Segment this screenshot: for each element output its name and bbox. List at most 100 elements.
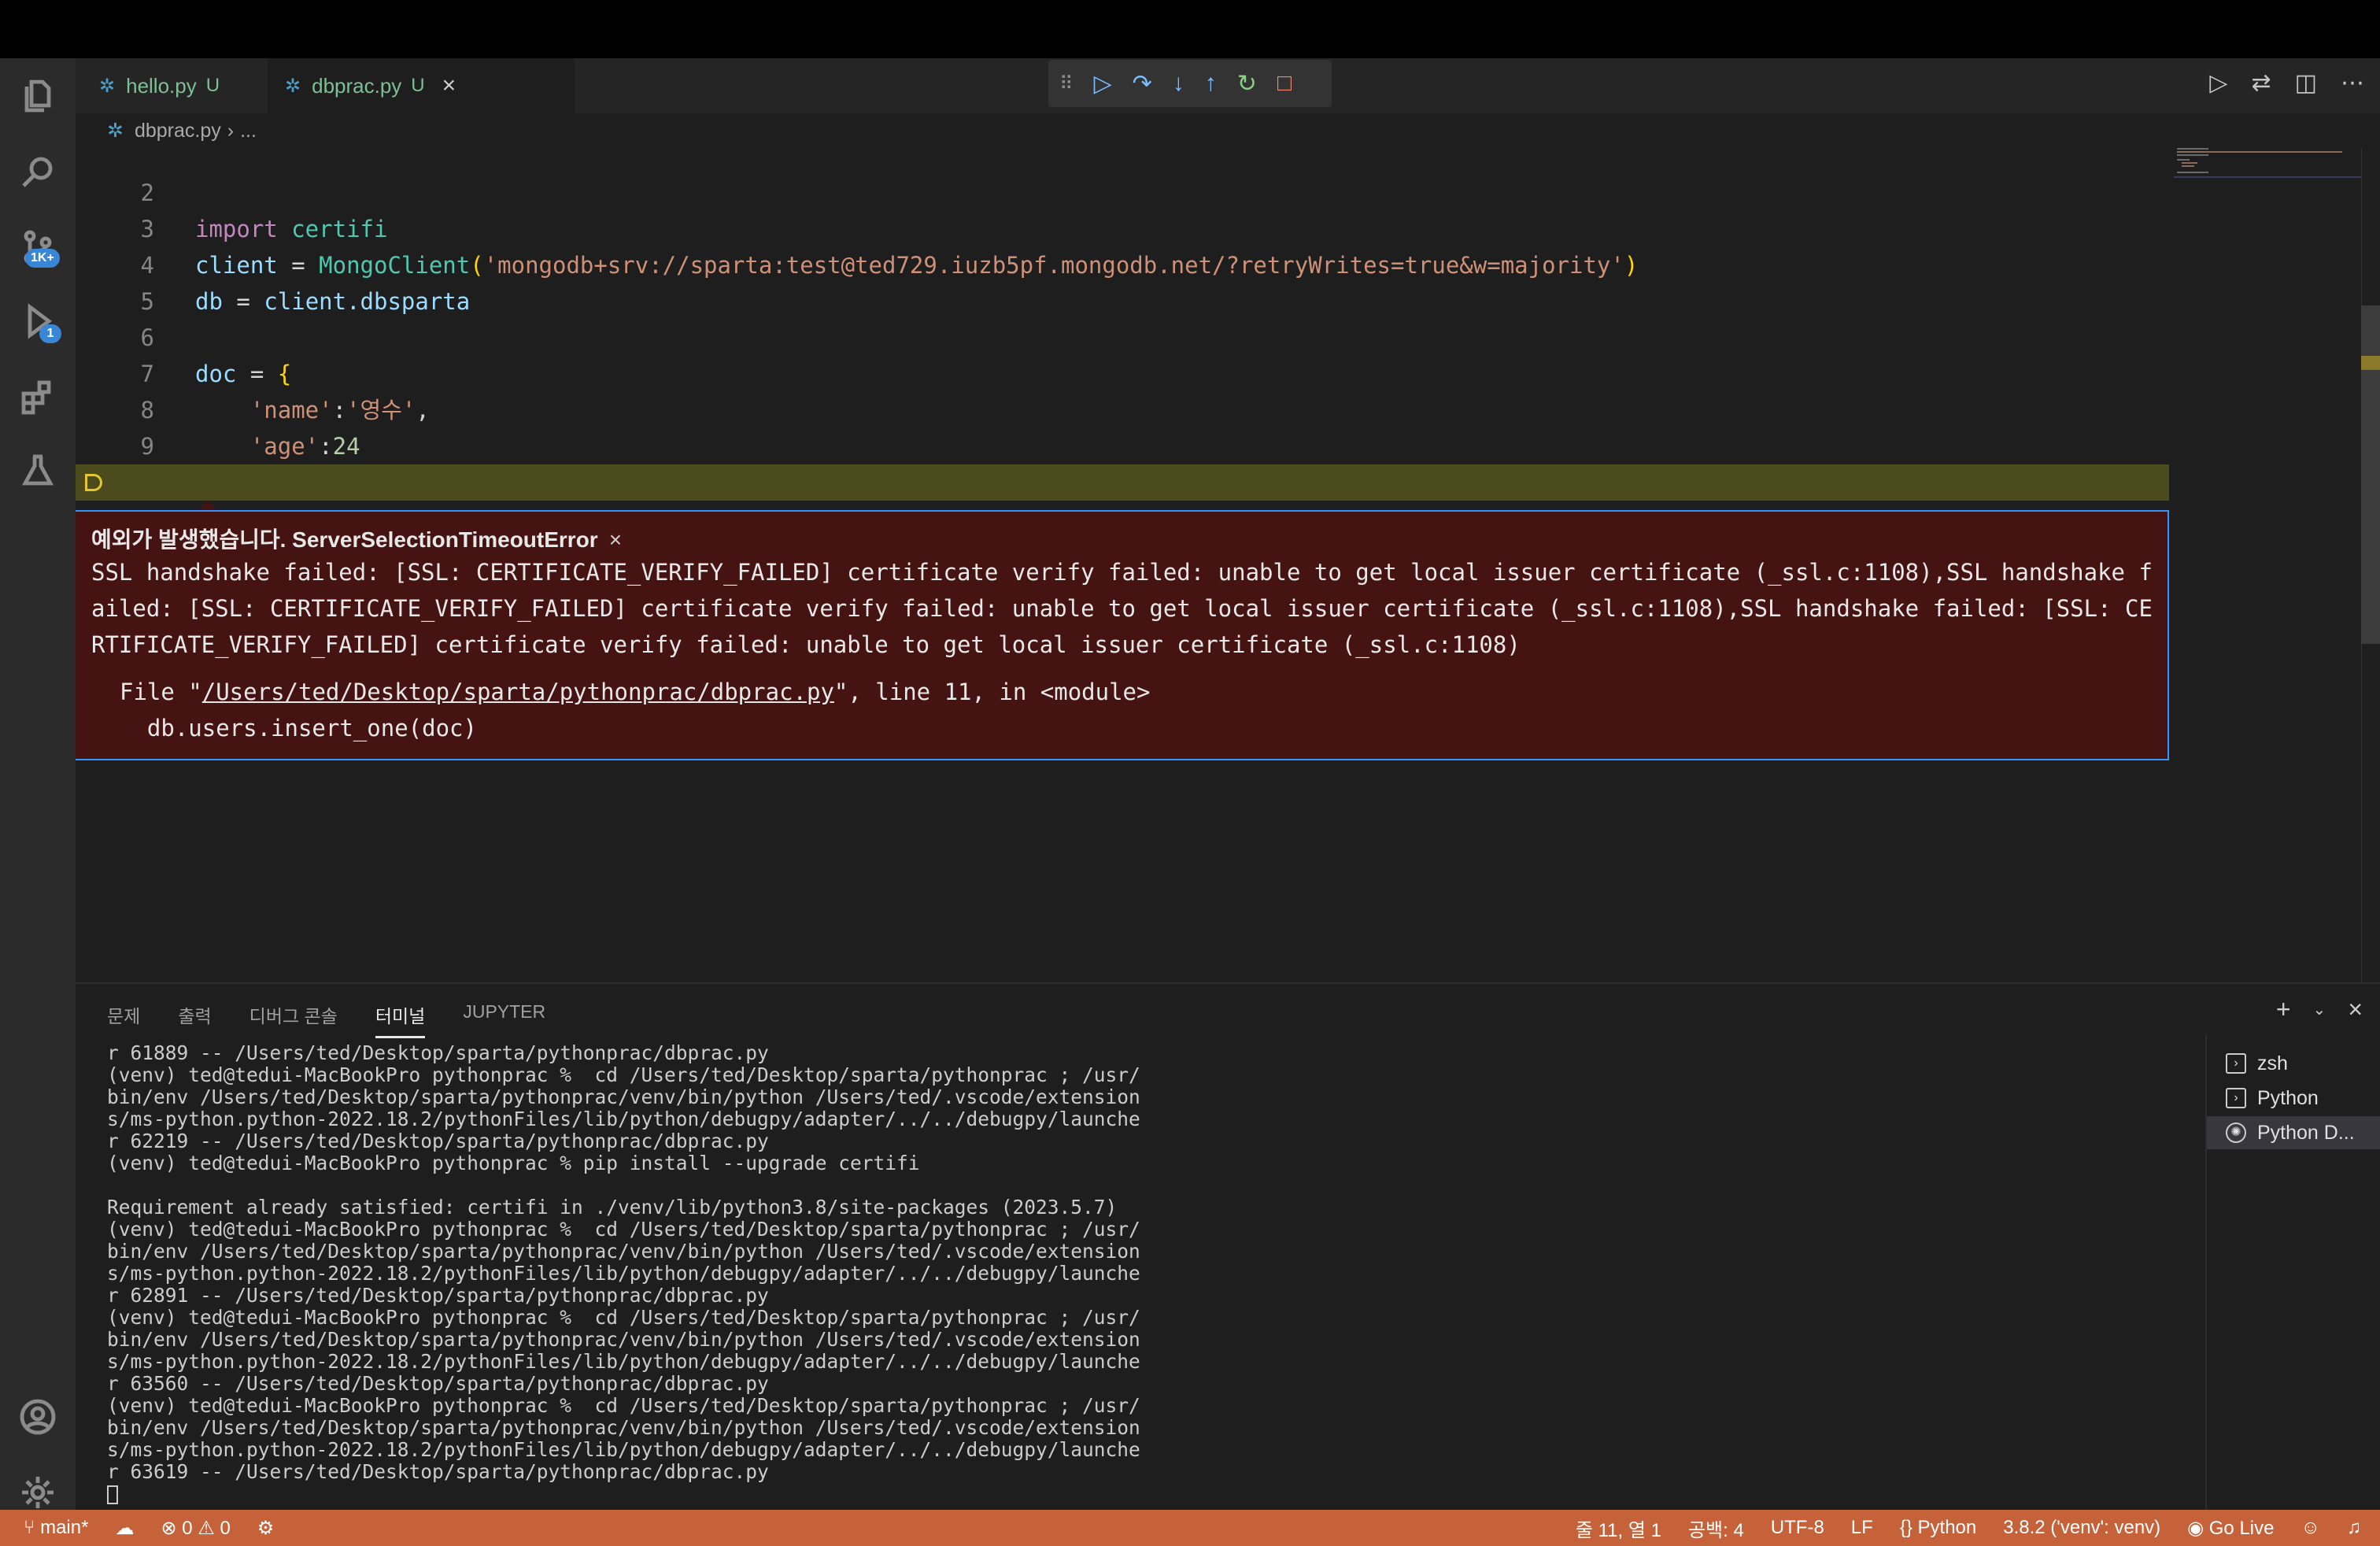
tab-status: U xyxy=(411,75,425,96)
terminal-line: bin/env /Users/ted/Desktop/sparta/python… xyxy=(107,1240,1140,1263)
close-panel-icon[interactable]: × xyxy=(2348,995,2363,1025)
stop-icon[interactable]: □ xyxy=(1277,70,1292,97)
scroll-current-line-marker xyxy=(2361,356,2380,370)
code-editor[interactable]: 2 import certifi 3 client = MongoClient(… xyxy=(76,148,2380,982)
current-execution-line: 11 db.users.insert_one(doc) xyxy=(76,464,2169,605)
step-into-icon[interactable]: ↓ xyxy=(1173,70,1184,97)
cursor-position[interactable]: 줄 11, 열 1 xyxy=(1576,1515,1661,1542)
exception-title: 예외가 발생했습니다. ServerSelectionTimeoutError × xyxy=(91,523,622,554)
tab-output[interactable]: 출력 xyxy=(178,1001,211,1038)
language-mode[interactable]: {} Python xyxy=(1900,1517,1976,1539)
step-over-icon[interactable]: ↷ xyxy=(1133,70,1152,98)
notifications-bell-icon[interactable]: ♫ xyxy=(2347,1517,2361,1539)
tab-hello-py[interactable]: ✲ hello.py U xyxy=(99,58,288,113)
panel-tabs: 문제 출력 디버그 콘솔 터미널 JUPYTER xyxy=(107,1001,545,1038)
terminal-item-zsh[interactable]: › zsh xyxy=(2207,1047,2380,1080)
extensions-icon[interactable] xyxy=(17,376,58,417)
terminal-line: s/ms-python.python-2022.18.2/pythonFiles… xyxy=(107,1350,1140,1373)
go-live-button[interactable]: ◉ Go Live xyxy=(2187,1517,2274,1540)
run-icon[interactable]: ▷ xyxy=(2209,69,2227,97)
feedback-icon[interactable]: ☺ xyxy=(2301,1517,2320,1539)
restart-icon[interactable]: ↻ xyxy=(1237,70,1257,98)
tab-problems[interactable]: 문제 xyxy=(107,1001,140,1038)
terminal-item-python[interactable]: › Python xyxy=(2207,1082,2380,1115)
tab-status: U xyxy=(205,75,220,96)
code-line: 4 db = client.dbsparta xyxy=(76,211,2169,315)
breadcrumb-file[interactable]: dbprac.py xyxy=(135,120,221,142)
panel-actions: + ⌄ × xyxy=(2276,995,2363,1025)
terminal-line: bin/env /Users/ted/Desktop/sparta/python… xyxy=(107,1086,1140,1108)
exception-traceback: File "/Users/ted/Desktop/sparta/pythonpr… xyxy=(120,674,1150,746)
terminal-line: s/ms-python.python-2022.18.2/pythonFiles… xyxy=(107,1262,1140,1285)
terminal-output[interactable]: r 61889 -- /Users/ted/Desktop/sparta/pyt… xyxy=(107,1042,2216,1505)
open-changes-icon[interactable]: ⇄ xyxy=(2252,69,2271,97)
go-live-label: Go Live xyxy=(2208,1517,2275,1539)
terminal-line: r 62219 -- /Users/ted/Desktop/sparta/pyt… xyxy=(107,1130,769,1152)
terminal-icon: › xyxy=(2226,1088,2246,1108)
terminal-line: r 62891 -- /Users/ted/Desktop/sparta/pyt… xyxy=(107,1284,769,1307)
debug-current-line-marker-icon[interactable] xyxy=(85,474,102,491)
code-line: 3 client = MongoClient('mongodb+srv://sp… xyxy=(76,175,2169,279)
code-line: 5 xyxy=(76,247,2169,315)
code-line: 2 import certifi xyxy=(76,148,2169,242)
testing-flask-icon[interactable] xyxy=(17,450,58,491)
chevron-down-icon[interactable]: ⌄ xyxy=(2313,995,2326,1025)
debug-status-icon[interactable]: ⚙ xyxy=(257,1517,275,1540)
status-bar: ⑂ main* ☁ ⊗ 0 ⚠ 0 ⚙ 줄 11, 열 1 공백: 4 UTF-… xyxy=(0,1510,2380,1546)
drag-handle-icon[interactable]: ⠿ xyxy=(1059,72,1074,95)
explorer-icon[interactable] xyxy=(17,76,58,117)
warning-icon: ⚠ xyxy=(198,1517,220,1539)
problems-status[interactable]: ⊗ 0 ⚠ 0 xyxy=(161,1517,230,1540)
terminal-name: zsh xyxy=(2257,1052,2288,1074)
code-line: 9 } xyxy=(76,392,2169,496)
exception-widget: 예외가 발생했습니다. ServerSelectionTimeoutError ×… xyxy=(76,510,2169,760)
tab-terminal[interactable]: 터미널 xyxy=(375,1001,426,1038)
minimap[interactable] xyxy=(2174,148,2363,183)
error-icon: ⊗ xyxy=(161,1517,183,1539)
step-out-icon[interactable]: ↑ xyxy=(1205,70,1217,97)
continue-icon[interactable]: ▷ xyxy=(1094,70,1112,98)
settings-gear-icon[interactable] xyxy=(17,1472,58,1513)
code-line: 6 doc = { xyxy=(76,283,2169,387)
braces-icon: {} xyxy=(1899,1517,1918,1538)
more-actions-icon[interactable]: ⋯ xyxy=(2341,69,2364,97)
indentation[interactable]: 공백: 4 xyxy=(1688,1515,1744,1542)
tab-dbprac-py[interactable]: ✲ dbprac.py U × xyxy=(268,58,575,113)
terminal-line: bin/env /Users/ted/Desktop/sparta/python… xyxy=(107,1328,1140,1351)
terminal-line: r 63560 -- /Users/ted/Desktop/sparta/pyt… xyxy=(107,1372,769,1395)
end-of-line[interactable]: LF xyxy=(1851,1517,1873,1539)
terminal-item-python-debug[interactable]: ✺ Python D... xyxy=(2207,1116,2380,1149)
language-name: Python xyxy=(1917,1517,1977,1538)
python-file-icon: ✲ xyxy=(99,75,116,97)
close-icon[interactable]: × xyxy=(442,72,456,99)
sync-icon[interactable]: ☁ xyxy=(115,1517,134,1540)
terminal-line: s/ms-python.python-2022.18.2/pythonFiles… xyxy=(107,1108,1140,1130)
terminal-line: (venv) ted@tedui-MacBookPro pythonprac %… xyxy=(107,1152,920,1174)
tab-label: hello.py xyxy=(126,73,197,98)
tab-jupyter[interactable]: JUPYTER xyxy=(463,1001,545,1038)
branch-status[interactable]: ⑂ main* xyxy=(24,1517,88,1539)
new-terminal-plus-icon[interactable]: + xyxy=(2276,995,2291,1025)
trace-prefix: File " xyxy=(120,679,202,705)
terminal-list: › zsh › Python ✺ Python D... xyxy=(2205,1034,2380,1511)
close-icon[interactable]: × xyxy=(609,527,622,552)
code-line: 8 'age':24 xyxy=(76,356,2169,460)
encoding[interactable]: UTF-8 xyxy=(1771,1517,1824,1539)
code-line: 10 xyxy=(76,428,2169,496)
python-interpreter[interactable]: 3.8.2 ('venv': venv) xyxy=(2003,1517,2160,1539)
tab-debug-console[interactable]: 디버그 콘솔 xyxy=(249,1001,338,1038)
python-file-icon: ✲ xyxy=(107,120,124,142)
bottom-panel: 문제 출력 디버그 콘솔 터미널 JUPYTER + ⌄ × r 61889 -… xyxy=(76,982,2380,1511)
exception-title-text: 예외가 발생했습니다. ServerSelectionTimeoutError xyxy=(91,527,598,552)
debug-toolbar: ⠿ ▷ ↷ ↓ ↑ ↻ □ xyxy=(1048,60,1332,107)
terminal-line: (venv) ted@tedui-MacBookPro pythonprac %… xyxy=(107,1063,1140,1086)
error-count: 0 xyxy=(182,1517,193,1539)
trace-code: db.users.insert_one(doc) xyxy=(120,715,477,742)
account-icon[interactable] xyxy=(17,1396,58,1437)
split-editor-icon[interactable]: ◫ xyxy=(2295,69,2317,97)
breadcrumb-more[interactable]: ... xyxy=(240,120,257,142)
search-icon[interactable] xyxy=(17,153,58,194)
trace-file-link[interactable]: /Users/ted/Desktop/sparta/pythonprac/dbp… xyxy=(202,679,834,705)
exception-message: SSL handshake failed: [SSL: CERTIFICATE_… xyxy=(91,559,2153,658)
